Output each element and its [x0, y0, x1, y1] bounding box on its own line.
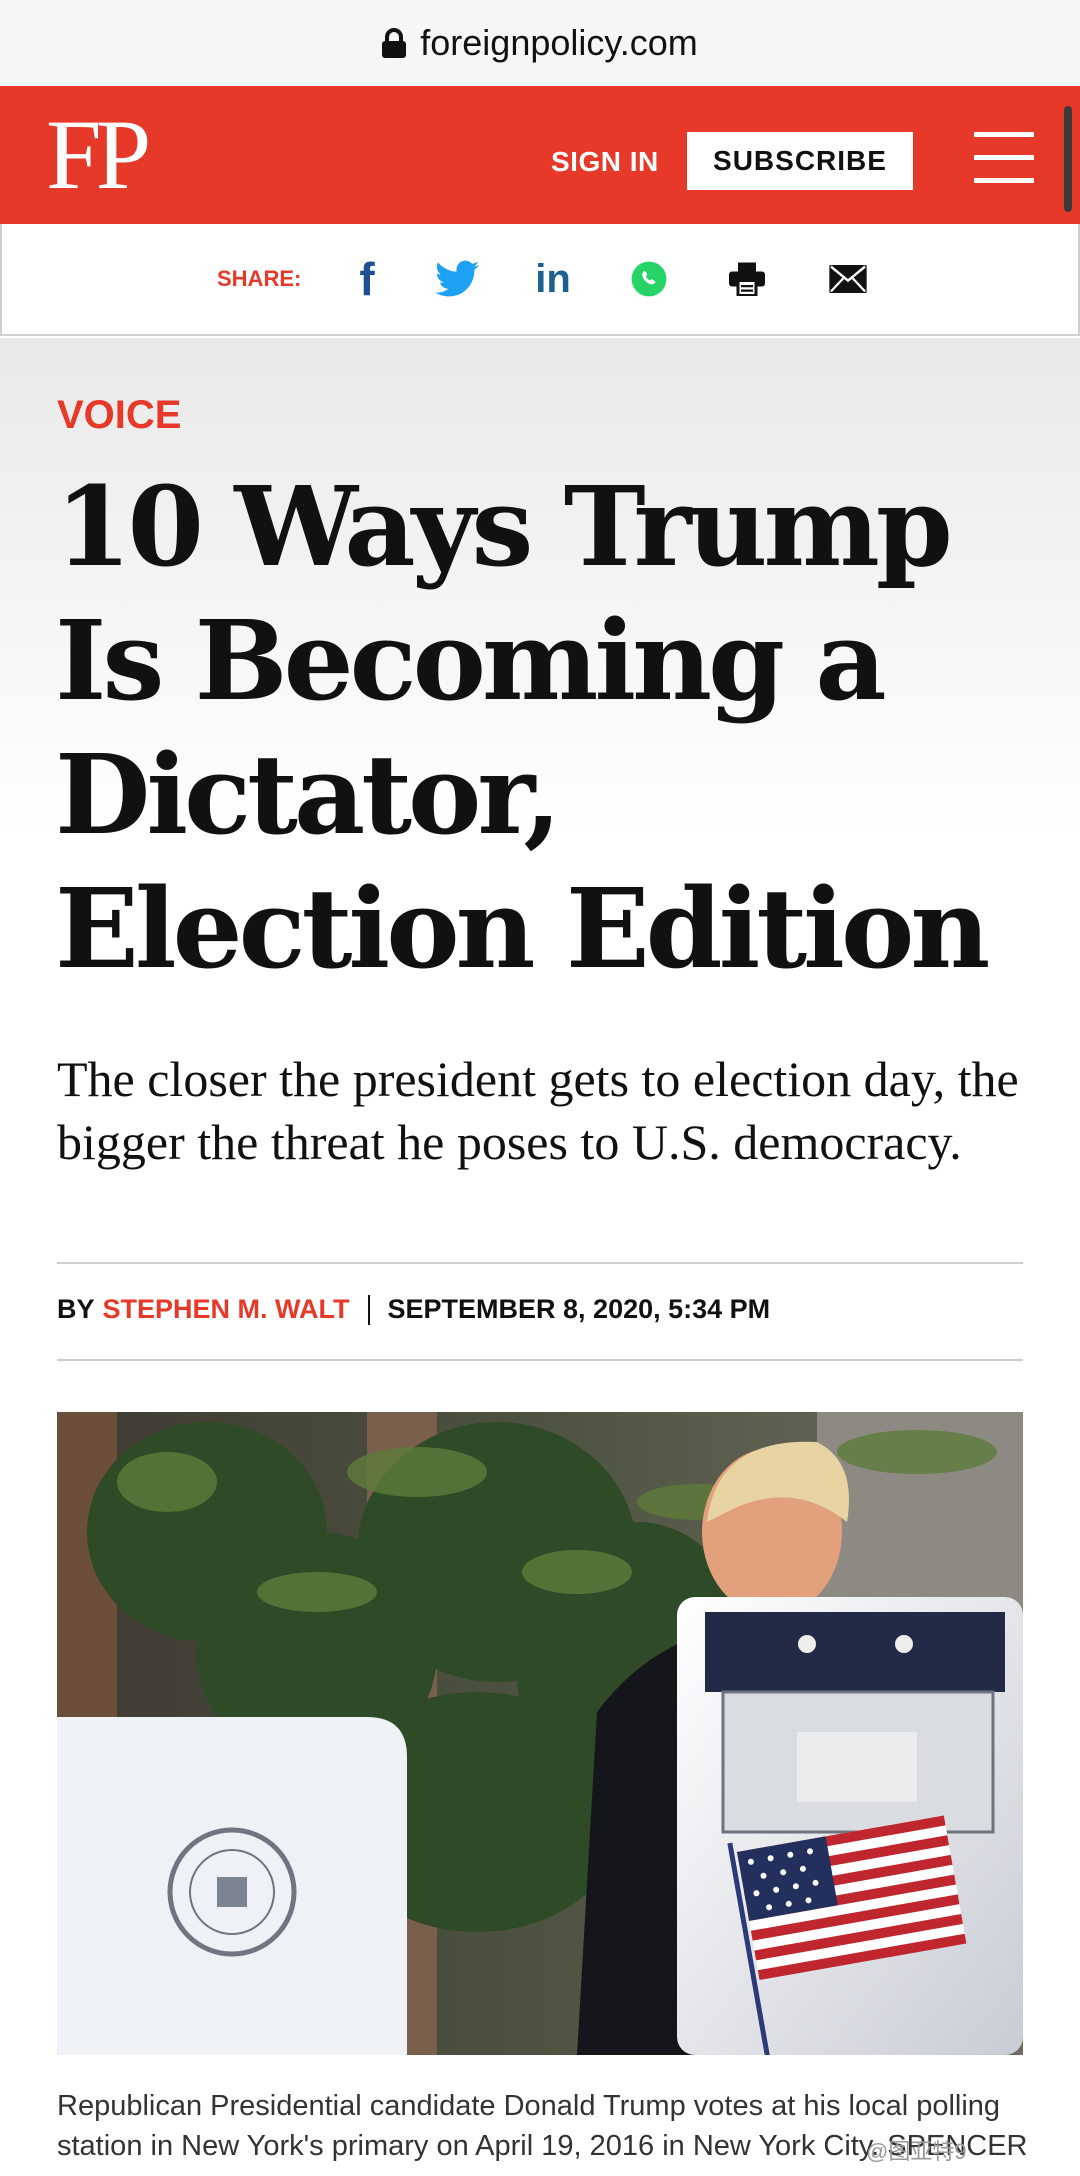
section-kicker[interactable]: VOICE — [57, 393, 181, 438]
scrollbar[interactable] — [1064, 106, 1072, 212]
share-bar: SHARE: f in — [0, 224, 1080, 336]
share-label: SHARE: — [217, 266, 302, 291]
site-header: FP SIGN IN SUBSCRIBE — [0, 86, 1080, 224]
twitter-icon[interactable] — [432, 254, 482, 304]
facebook-icon[interactable]: f — [352, 253, 382, 305]
watermark: @图亚特9 — [866, 2139, 967, 2164]
url-text[interactable]: foreignpolicy.com — [420, 22, 697, 64]
byline: BY STEPHEN M. WALT SEPTEMBER 8, 2020, 5:… — [57, 1294, 770, 1325]
article-title: 10 Ways Trump Is Becoming a Dictator, El… — [55, 462, 990, 993]
linkedin-icon[interactable]: in — [528, 254, 578, 304]
byline-separator — [367, 1294, 370, 1325]
lock-icon — [382, 28, 407, 58]
sign-in-link[interactable]: SIGN IN — [551, 146, 659, 178]
email-icon[interactable] — [826, 254, 870, 304]
hamburger-menu-icon[interactable] — [974, 132, 1034, 184]
whatsapp-icon[interactable] — [624, 254, 674, 304]
divider — [57, 1359, 1023, 1361]
article-dek: The closer the president gets to electio… — [57, 1051, 1019, 1170]
browser-url-bar[interactable]: foreignpolicy.com — [0, 0, 1080, 86]
author-link[interactable]: STEPHEN M. WALT — [103, 1294, 350, 1325]
print-icon[interactable] — [724, 254, 770, 304]
byline-prefix: BY — [57, 1294, 95, 1324]
divider — [57, 1262, 1023, 1264]
fp-logo[interactable]: FP — [46, 100, 151, 210]
subscribe-button[interactable]: SUBSCRIBE — [687, 132, 913, 190]
publish-date: SEPTEMBER 8, 2020, 5:34 PM — [387, 1294, 771, 1324]
article-photo[interactable] — [57, 1412, 1023, 2055]
